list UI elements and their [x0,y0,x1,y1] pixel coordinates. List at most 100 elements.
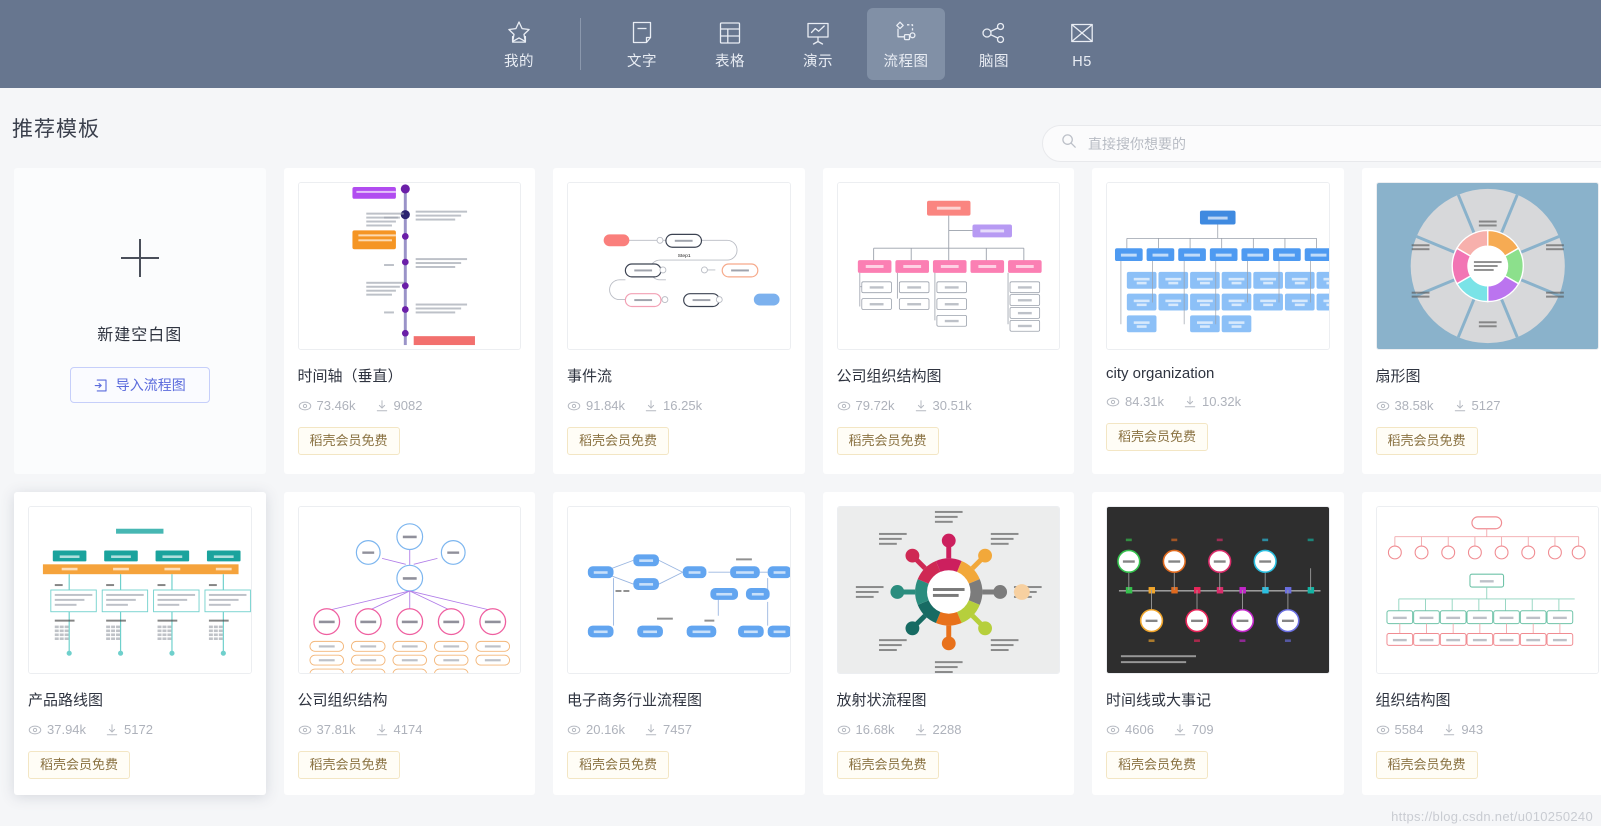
template-title: city organization [1106,365,1215,382]
template-card[interactable]: 公司组织结构图 79.72k 30.51k 稻壳会员免费 [822,168,1074,474]
views-count: 84.31k [1125,394,1165,409]
views-stat: 5584 [1376,722,1424,737]
template-thumbnail[interactable]: Step1 [567,182,791,350]
template-card[interactable]: Step1 事件流 91.84k 16.25k 稻壳会员免费 [553,168,805,474]
eye-icon [1376,399,1390,413]
status-badge: 稻壳会员免费 [1375,427,1478,456]
download-icon [644,723,658,737]
download-icon [914,723,928,737]
template-stats: 4606 709 [1106,722,1330,737]
downloads-stat: 30.51k [914,398,972,413]
nav-item-1[interactable]: 文字 [603,8,681,80]
watermark: https://blog.csdn.net/u010250240 [1391,809,1593,824]
views-count: 16.68k [855,722,895,737]
eye-icon [298,399,312,413]
template-title: 时间轴（垂直） [297,368,403,385]
nav-item-label: 脑图 [979,54,1009,71]
views-count: 5584 [1394,722,1424,737]
template-thumbnail[interactable] [836,182,1060,350]
downloads-stat: 10.32k [1183,394,1241,409]
template-card[interactable]: 电子商务行业流程图 20.16k 7457 稻壳会员免费 [553,492,805,796]
views-count: 37.81k [316,722,356,737]
template-thumbnail[interactable] [28,506,252,674]
template-card[interactable]: 放射状流程图 16.68k 2288 稻壳会员免费 [822,492,1074,796]
template-stats: 37.94k 5172 [28,722,252,737]
views-count: 4606 [1125,722,1154,737]
import-icon [94,378,109,393]
views-stat: 91.84k [567,398,625,413]
template-title: 公司组织结构 [297,692,388,709]
downloads-count: 5127 [1471,398,1501,413]
download-icon [1453,399,1467,413]
downloads-count: 30.51k [932,398,972,413]
nav-item-label: 我的 [504,54,534,71]
template-stats: 16.68k 2288 [837,722,1061,737]
status-badge: 稻壳会员免费 [567,427,670,456]
eye-icon [837,399,851,413]
download-icon [1173,723,1187,737]
nav-item-2[interactable]: 表格 [691,8,769,80]
views-stat: 37.94k [28,722,86,737]
status-badge: 稻壳会员免费 [28,751,131,780]
table-icon [715,18,745,48]
downloads-count: 10.32k [1202,394,1242,409]
eye-icon [298,723,312,737]
template-thumbnail[interactable] [836,506,1060,674]
template-thumbnail[interactable] [1375,182,1599,350]
search-bar[interactable] [1042,125,1601,162]
downloads-count: 709 [1191,722,1214,737]
template-stats: 84.31k 10.32k [1106,394,1330,409]
template-thumbnail[interactable] [567,506,791,674]
views-count: 20.16k [586,722,626,737]
template-title: 放射状流程图 [836,692,927,709]
template-thumbnail[interactable] [297,506,521,674]
downloads-stat: 709 [1173,722,1214,737]
template-stats: 91.84k 16.25k [567,398,791,413]
views-stat: 37.81k [298,722,356,737]
template-thumbnail[interactable] [297,182,521,350]
downloads-count: 2288 [932,722,962,737]
nav-item-label: 文字 [627,54,657,71]
download-icon [375,399,389,413]
template-card[interactable]: 扇形图 38.58k 5127 稻壳会员免费 [1361,168,1601,474]
eye-icon [28,723,42,737]
search-input[interactable] [1086,134,1601,153]
template-thumbnail[interactable] [1106,506,1330,674]
nav-item-5[interactable]: 脑图 [955,8,1033,80]
mindmap-icon [979,18,1009,48]
template-card[interactable]: 公司组织结构 37.81k 4174 稻壳会员免费 [283,492,535,796]
views-count: 73.46k [316,398,356,413]
status-badge: 稻壳会员免费 [297,751,400,780]
eye-icon [567,399,581,413]
status-badge: 稻壳会员免费 [1106,423,1209,452]
import-flowchart-button[interactable]: 导入流程图 [69,367,210,403]
template-title: 电子商务行业流程图 [567,692,703,709]
plus-icon [120,239,159,277]
template-title: 组织结构图 [1375,692,1451,709]
nav-item-4[interactable]: 流程图 [867,8,945,80]
new-blank-diagram-card[interactable]: 新建空白图 导入流程图 [14,168,266,474]
document-icon [627,18,657,48]
download-icon [914,399,928,413]
eye-icon [567,723,581,737]
downloads-stat: 2288 [914,722,962,737]
downloads-stat: 5127 [1453,398,1501,413]
eye-icon [1376,723,1390,737]
nav-item-6[interactable]: H5 [1043,8,1121,80]
downloads-count: 16.25k [663,398,703,413]
views-count: 79.72k [855,398,895,413]
status-badge: 稻壳会员免费 [297,427,400,456]
template-card[interactable]: 时间轴（垂直） 73.46k 9082 稻壳会员免费 [283,168,535,474]
template-card[interactable]: city organization 84.31k 10.32k 稻壳会员免费 [1092,168,1344,474]
template-thumbnail[interactable] [1106,182,1330,350]
template-stats: 73.46k 9082 [298,398,522,413]
template-card[interactable]: 产品路线图 37.94k 5172 稻壳会员免费 [14,492,266,796]
views-stat: 84.31k [1106,394,1164,409]
template-thumbnail[interactable] [1375,506,1599,674]
nav-item-3[interactable]: 演示 [779,8,857,80]
template-title: 公司组织结构图 [836,368,942,385]
h5-icon [1067,18,1097,48]
nav-item-0[interactable]: 我的 [480,8,558,80]
template-card[interactable]: 时间线或大事记 4606 709 稻壳会员免费 [1092,492,1344,796]
template-card[interactable]: 组织结构图 5584 943 稻壳会员免费 [1361,492,1601,796]
